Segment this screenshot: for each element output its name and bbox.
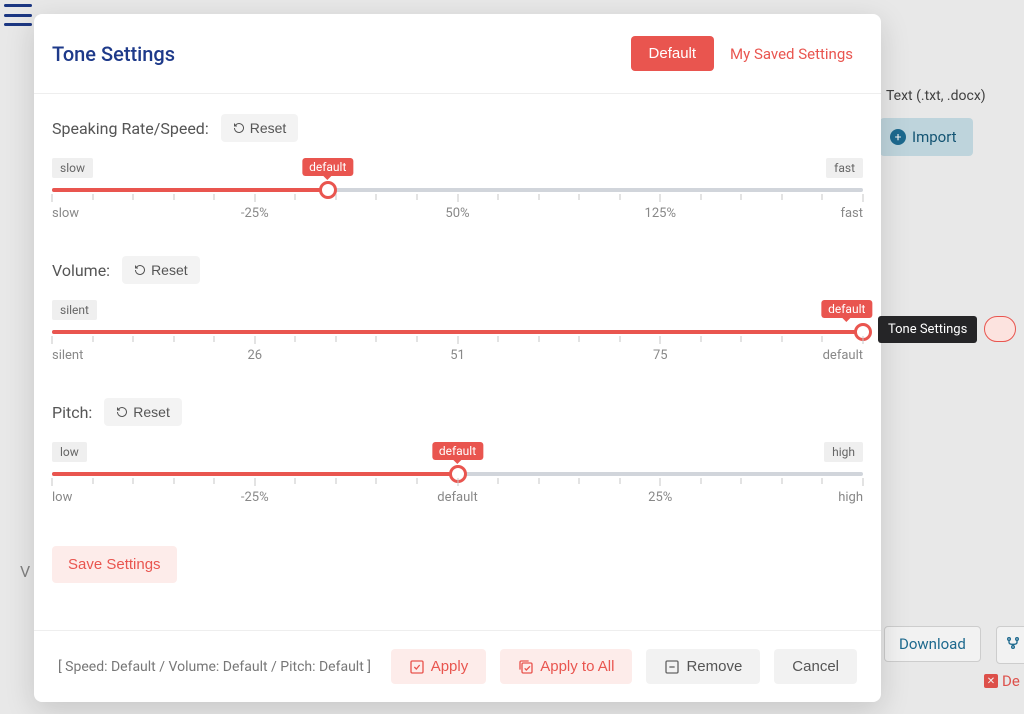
check-square-icon: [409, 659, 425, 675]
tone-summary: [ Speed: Default / Volume: Default / Pit…: [58, 659, 371, 675]
minus-square-icon: [664, 659, 680, 675]
reset-icon: [134, 264, 146, 276]
speed-max-cap: fast: [826, 158, 863, 178]
pitch-section: Pitch: Reset low default high low -25%: [52, 398, 863, 508]
modal-body: Speaking Rate/Speed: Reset slow default …: [34, 94, 881, 630]
my-saved-settings-link[interactable]: My Saved Settings: [730, 45, 853, 63]
reset-icon: [116, 406, 128, 418]
volume-scale-3: 75: [653, 348, 668, 363]
speed-value-bubble: default: [302, 158, 353, 176]
pitch-scale-2: default: [437, 490, 477, 505]
cancel-button[interactable]: Cancel: [774, 649, 857, 684]
modal-title: Tone Settings: [52, 42, 175, 66]
speed-track-fill: [52, 188, 328, 192]
speed-scale-1: -25%: [241, 206, 269, 221]
speed-scale-0: slow: [52, 206, 79, 221]
pitch-slider[interactable]: low default high low -25% default 25% hi…: [52, 442, 863, 508]
volume-min-cap: silent: [52, 300, 97, 320]
volume-track[interactable]: [52, 330, 863, 334]
pitch-track-fill: [52, 472, 458, 476]
tone-settings-modal: Tone Settings Default My Saved Settings …: [34, 14, 881, 702]
apply-button[interactable]: Apply: [391, 649, 487, 684]
pitch-scale-1: -25%: [241, 490, 269, 505]
default-button[interactable]: Default: [631, 36, 715, 71]
speed-scale-4: fast: [840, 206, 863, 221]
volume-value-bubble: default: [821, 300, 872, 318]
speed-section: Speaking Rate/Speed: Reset slow default …: [52, 114, 863, 224]
volume-scale-2: 51: [450, 348, 465, 363]
remove-button[interactable]: Remove: [646, 649, 760, 684]
speed-reset-button[interactable]: Reset: [221, 114, 299, 142]
pitch-scale-4: high: [838, 490, 863, 505]
pitch-scale-0: low: [52, 490, 72, 505]
volume-slider[interactable]: silent default silent 26 51 75 default: [52, 300, 863, 366]
speed-track[interactable]: [52, 188, 863, 192]
tone-settings-pill[interactable]: [984, 316, 1016, 342]
modal-header: Tone Settings Default My Saved Settings: [34, 14, 881, 94]
modal-footer: [ Speed: Default / Volume: Default / Pit…: [34, 630, 881, 702]
volume-label: Volume:: [52, 261, 110, 280]
speed-scale-2: 50%: [445, 206, 469, 221]
volume-track-fill: [52, 330, 863, 334]
speed-min-cap: slow: [52, 158, 93, 178]
volume-scale-1: 26: [247, 348, 262, 363]
volume-scale-0: silent: [52, 348, 83, 363]
volume-reset-button[interactable]: Reset: [122, 256, 200, 284]
speed-label: Speaking Rate/Speed:: [52, 119, 209, 138]
pitch-min-cap: low: [52, 442, 87, 462]
pitch-track[interactable]: [52, 472, 863, 476]
volume-section: Volume: Reset silent default silent 26: [52, 256, 863, 366]
pitch-reset-button[interactable]: Reset: [104, 398, 182, 426]
apply-all-button[interactable]: Apply to All: [500, 649, 632, 684]
reset-icon: [233, 122, 245, 134]
pitch-scale-3: 25%: [648, 490, 672, 505]
save-settings-button[interactable]: Save Settings: [52, 546, 177, 583]
pitch-max-cap: high: [824, 442, 863, 462]
check-stack-icon: [518, 659, 534, 675]
speed-scale-3: 125%: [645, 206, 676, 221]
tone-settings-tooltip: Tone Settings: [878, 316, 977, 343]
pitch-label: Pitch:: [52, 403, 92, 422]
volume-scale-4: default: [823, 348, 863, 363]
pitch-value-bubble: default: [432, 442, 483, 460]
speed-slider[interactable]: slow default fast slow -25% 50% 125% fas…: [52, 158, 863, 224]
